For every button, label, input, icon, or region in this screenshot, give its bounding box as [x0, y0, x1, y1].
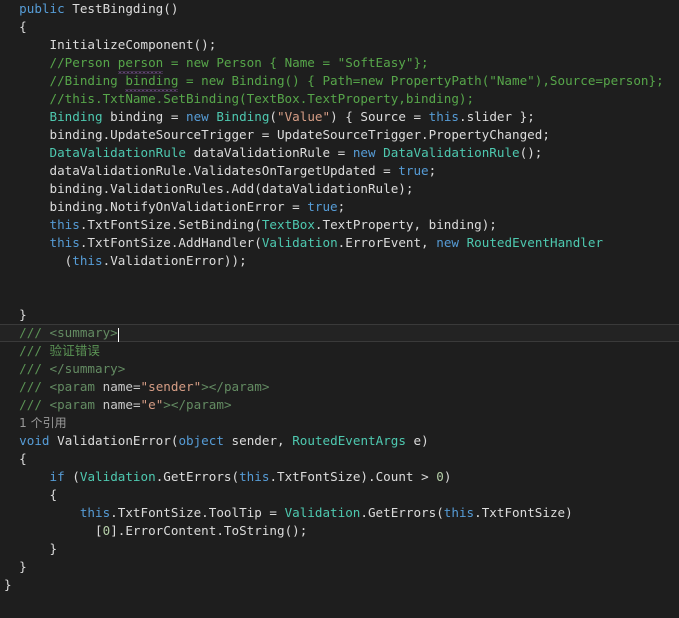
code-line-text: public TestBingding() — [19, 1, 179, 16]
code-line[interactable]: /// <param name="sender"></param> — [0, 378, 679, 396]
code-line[interactable]: if (Validation.GetErrors(this.TxtFontSiz… — [0, 468, 679, 486]
code-line[interactable]: (this.ValidationError)); — [0, 252, 679, 270]
code-line-text: } — [19, 307, 27, 322]
code-editor[interactable]: public TestBingding() { InitializeCompon… — [0, 0, 679, 618]
code-line-text: /// <summary> — [19, 325, 118, 340]
code-line[interactable]: //Person person = new Person { Name = "S… — [0, 54, 679, 74]
code-line-text: (this.ValidationError)); — [64, 253, 247, 268]
code-line[interactable]: //this.TxtName.SetBinding(TextBox.TextPr… — [0, 90, 679, 108]
code-line[interactable]: //Binding binding = new Binding() { Path… — [0, 72, 679, 92]
code-line[interactable]: } — [0, 306, 679, 324]
code-line[interactable]: } — [0, 558, 679, 576]
code-line-text: this.TxtFontSize.SetBinding(TextBox.Text… — [49, 217, 497, 232]
codelens-label[interactable]: 1 个引用 — [19, 416, 66, 430]
code-line[interactable]: binding.NotifyOnValidationError = true; — [0, 198, 679, 216]
code-line[interactable]: this.TxtFontSize.AddHandler(Validation.E… — [0, 234, 679, 252]
code-line-text: this.TxtFontSize.ToolTip = Validation.Ge… — [79, 505, 573, 520]
code-line[interactable]: /// 验证错误 — [0, 342, 679, 360]
code-line-text: binding.NotifyOnValidationError = true; — [49, 199, 346, 214]
code-line[interactable]: public TestBingding() — [0, 0, 679, 18]
code-line-text: 1 个引用 — [4, 415, 66, 430]
code-line-blank[interactable] — [0, 288, 679, 306]
code-line-text: if (Validation.GetErrors(this.TxtFontSiz… — [49, 469, 452, 484]
code-line[interactable]: void ValidationError(object sender, Rout… — [0, 432, 679, 450]
code-line-text: { — [19, 451, 27, 466]
code-line-text: binding.UpdateSourceTrigger = UpdateSour… — [49, 127, 550, 142]
code-line-text: InitializeComponent(); — [49, 37, 217, 52]
code-line[interactable]: { — [0, 450, 679, 468]
code-text-area[interactable]: public TestBingding() { InitializeCompon… — [0, 0, 679, 594]
rename-squiggle: binding — [125, 73, 179, 92]
code-line[interactable]: this.TxtFontSize.ToolTip = Validation.Ge… — [0, 504, 679, 522]
code-line[interactable]: dataValidationRule.ValidatesOnTargetUpda… — [0, 162, 679, 180]
code-line-text: } — [49, 541, 58, 556]
code-line-text: { — [19, 19, 27, 34]
code-line-text: DataValidationRule dataValidationRule = … — [49, 145, 543, 160]
code-line-text: //Person person = new Person { Name = "S… — [49, 55, 429, 74]
code-line-text: void ValidationError(object sender, Rout… — [19, 433, 429, 448]
code-line[interactable]: /// </summary> — [0, 360, 679, 378]
code-line[interactable]: [0].ErrorContent.ToString(); — [0, 522, 679, 540]
code-line[interactable]: DataValidationRule dataValidationRule = … — [0, 144, 679, 162]
code-line-text: /// 验证错误 — [19, 343, 100, 358]
code-line-text: Binding binding = new Binding("Value") {… — [49, 109, 535, 124]
rename-squiggle: person — [117, 55, 164, 74]
text-cursor — [117, 328, 119, 342]
code-line-text: [0].ErrorContent.ToString(); — [95, 523, 308, 538]
code-line[interactable]: binding.UpdateSourceTrigger = UpdateSour… — [0, 126, 679, 144]
code-line-text: } — [19, 559, 27, 574]
code-line-text: //Binding binding = new Binding() { Path… — [49, 73, 664, 92]
code-line-text: /// </summary> — [19, 361, 126, 376]
code-line-text: /// <param name="e"></param> — [19, 397, 232, 412]
code-line[interactable]: } — [0, 540, 679, 558]
code-line-blank[interactable] — [0, 270, 679, 288]
code-line-text: this.TxtFontSize.AddHandler(Validation.E… — [49, 235, 604, 250]
code-line[interactable]: Binding binding = new Binding("Value") {… — [0, 108, 679, 126]
code-line[interactable]: this.TxtFontSize.SetBinding(TextBox.Text… — [0, 216, 679, 234]
code-line[interactable]: /// <param name="e"></param> — [0, 396, 679, 414]
code-line[interactable]: } — [0, 576, 679, 594]
code-line-text: dataValidationRule.ValidatesOnTargetUpda… — [49, 163, 437, 178]
code-line-text: //this.TxtName.SetBinding(TextBox.TextPr… — [49, 91, 475, 106]
code-line-text: /// <param name="sender"></param> — [19, 379, 270, 394]
code-line[interactable]: { — [0, 18, 679, 36]
code-line-text: binding.ValidationRules.Add(dataValidati… — [49, 181, 414, 196]
code-line[interactable]: InitializeComponent(); — [0, 36, 679, 54]
code-line[interactable]: binding.ValidationRules.Add(dataValidati… — [0, 180, 679, 198]
codelens-reference[interactable]: 1 个引用 — [0, 414, 679, 432]
code-line-text: } — [4, 577, 12, 592]
code-line-current[interactable]: /// <summary> — [0, 324, 679, 342]
code-line-text: { — [49, 487, 58, 502]
code-line[interactable]: { — [0, 486, 679, 504]
